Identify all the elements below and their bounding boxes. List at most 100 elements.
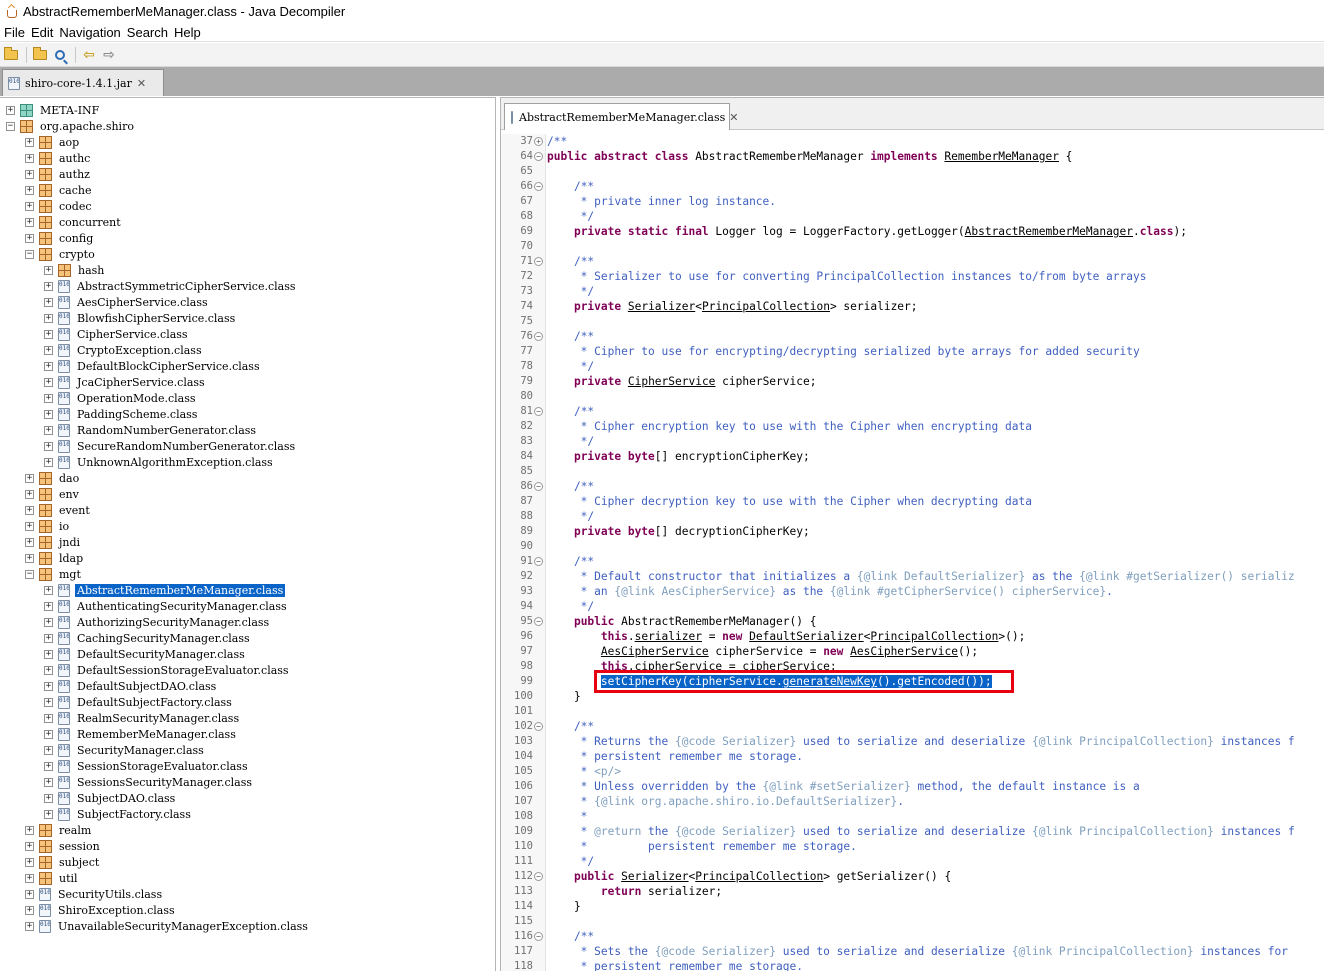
tree-node[interactable]: +010 DefaultSubjectDAO.class	[44, 678, 218, 694]
expand-icon[interactable]: +	[44, 681, 53, 691]
fold-collapse-icon[interactable]: −	[534, 872, 543, 881]
menu-search[interactable]: Search	[126, 25, 173, 40]
expand-icon[interactable]: +	[44, 329, 53, 339]
tree-node[interactable]: + codec	[25, 198, 94, 214]
tree-node[interactable]: − mgt	[25, 566, 83, 582]
expand-icon[interactable]: +	[44, 697, 53, 707]
tree-node[interactable]: +010 UnknownAlgorithmException.class	[44, 454, 275, 470]
fold-collapse-icon[interactable]: −	[534, 617, 543, 626]
tree-node[interactable]: +010 SessionsSecurityManager.class	[44, 774, 254, 790]
expand-icon[interactable]: +	[44, 665, 53, 675]
expand-icon[interactable]: +	[25, 169, 34, 179]
expand-icon[interactable]: +	[44, 809, 53, 819]
tree-node[interactable]: +010 RandomNumberGenerator.class	[44, 422, 258, 438]
tree-node[interactable]: + authc	[25, 150, 92, 166]
tree-node[interactable]: + authz	[25, 166, 92, 182]
tree-node[interactable]: + aop	[25, 134, 81, 150]
source-code[interactable]: /** public abstract class AbstractRemembe…	[546, 134, 1324, 971]
expand-icon[interactable]: +	[25, 889, 34, 899]
tree-node[interactable]: − crypto	[25, 246, 97, 262]
expand-icon[interactable]: +	[44, 345, 53, 355]
tree-node[interactable]: +010 JcaCipherService.class	[44, 374, 207, 390]
expand-icon[interactable]: +	[44, 281, 53, 291]
menu-edit[interactable]: Edit	[30, 25, 58, 40]
tab-jar[interactable]: 010 shiro-core-1.4.1.jar ✕	[2, 69, 164, 96]
tree-node[interactable]: +010 PaddingScheme.class	[44, 406, 199, 422]
expand-icon[interactable]: +	[25, 489, 34, 499]
tree-node[interactable]: +010 SubjectFactory.class	[44, 806, 193, 822]
expand-icon[interactable]: +	[25, 537, 34, 547]
tree-node[interactable]: +010 AesCipherService.class	[44, 294, 210, 310]
fold-collapse-icon[interactable]: −	[534, 182, 543, 191]
fold-collapse-icon[interactable]: −	[534, 152, 543, 161]
tree-node[interactable]: +010 SecurityUtils.class	[25, 886, 164, 902]
expand-icon[interactable]: +	[44, 441, 53, 451]
tree-node[interactable]: + event	[25, 502, 92, 518]
tree-node[interactable]: + META-INF	[6, 102, 101, 118]
expand-icon[interactable]: +	[25, 137, 34, 147]
fold-collapse-icon[interactable]: −	[534, 722, 543, 731]
expand-icon[interactable]: +	[25, 857, 34, 867]
tree-node[interactable]: + session	[25, 838, 102, 854]
tree-node[interactable]: +010 CipherService.class	[44, 326, 190, 342]
expand-icon[interactable]: +	[44, 393, 53, 403]
expand-icon[interactable]: +	[44, 585, 53, 595]
package-tree[interactable]: + META-INF − org.apache.shiro + aop + authc + aut…	[0, 97, 496, 971]
fold-expand-icon[interactable]: +	[534, 137, 543, 146]
expand-icon[interactable]: +	[44, 729, 53, 739]
close-icon[interactable]: ✕	[729, 111, 738, 124]
back-button[interactable]: ⇦	[80, 46, 98, 64]
search-button[interactable]	[51, 46, 69, 64]
collapse-icon[interactable]: −	[6, 121, 15, 131]
tree-node[interactable]: + config	[25, 230, 95, 246]
tree-node[interactable]: +010 SubjectDAO.class	[44, 790, 177, 806]
fold-collapse-icon[interactable]: −	[534, 482, 543, 491]
expand-icon[interactable]: +	[25, 553, 34, 563]
fold-collapse-icon[interactable]: −	[534, 332, 543, 341]
tree-node[interactable]: +010 RealmSecurityManager.class	[44, 710, 241, 726]
tree-node[interactable]: + concurrent	[25, 214, 123, 230]
expand-icon[interactable]: +	[25, 841, 34, 851]
tree-node[interactable]: +010 SecurityManager.class	[44, 742, 206, 758]
tree-node[interactable]: + jndi	[25, 534, 82, 550]
tab-source[interactable]: 010 AbstractRememberMeManager.class ✕	[504, 103, 739, 130]
menu-help[interactable]: Help	[173, 25, 206, 40]
tree-node[interactable]: − org.apache.shiro	[6, 118, 136, 134]
expand-icon[interactable]: +	[44, 617, 53, 627]
tree-node[interactable]: +010 DefaultSecurityManager.class	[44, 646, 247, 662]
fold-collapse-icon[interactable]: −	[534, 407, 543, 416]
expand-icon[interactable]: +	[44, 761, 53, 771]
tree-node[interactable]: + io	[25, 518, 71, 534]
tree-node[interactable]: +010 SecureRandomNumberGenerator.class	[44, 438, 297, 454]
tree-node[interactable]: +010 CachingSecurityManager.class	[44, 630, 252, 646]
tree-node[interactable]: + env	[25, 486, 81, 502]
menu-file[interactable]: File	[3, 25, 30, 40]
open-file-button[interactable]	[2, 46, 20, 64]
collapse-icon[interactable]: −	[25, 569, 34, 579]
tree-node[interactable]: +010 AbstractSymmetricCipherService.class	[44, 278, 298, 294]
expand-icon[interactable]: +	[25, 921, 34, 931]
expand-icon[interactable]: +	[44, 777, 53, 787]
expand-icon[interactable]: +	[44, 313, 53, 323]
expand-icon[interactable]: +	[25, 473, 34, 483]
expand-icon[interactable]: +	[44, 457, 53, 467]
tree-node[interactable]: +010 RememberMeManager.class	[44, 726, 238, 742]
expand-icon[interactable]: +	[25, 185, 34, 195]
close-icon[interactable]: ✕	[137, 77, 146, 90]
fold-collapse-icon[interactable]: −	[534, 257, 543, 266]
expand-icon[interactable]: +	[25, 201, 34, 211]
tree-node[interactable]: +010 AbstractRememberMeManager.class	[44, 582, 286, 598]
tree-node[interactable]: + hash	[44, 262, 106, 278]
menu-navigation[interactable]: Navigation	[58, 25, 125, 40]
tree-node[interactable]: +010 AuthenticatingSecurityManager.class	[44, 598, 289, 614]
expand-icon[interactable]: +	[25, 873, 34, 883]
tree-node[interactable]: +010 CryptoException.class	[44, 342, 204, 358]
tree-node[interactable]: + realm	[25, 822, 93, 838]
expand-icon[interactable]: +	[44, 409, 53, 419]
tree-node[interactable]: +010 SessionStorageEvaluator.class	[44, 758, 250, 774]
expand-icon[interactable]: +	[44, 361, 53, 371]
tree-node[interactable]: +010 DefaultSubjectFactory.class	[44, 694, 234, 710]
tree-node[interactable]: + dao	[25, 470, 81, 486]
expand-icon[interactable]: +	[25, 521, 34, 531]
expand-icon[interactable]: +	[44, 649, 53, 659]
